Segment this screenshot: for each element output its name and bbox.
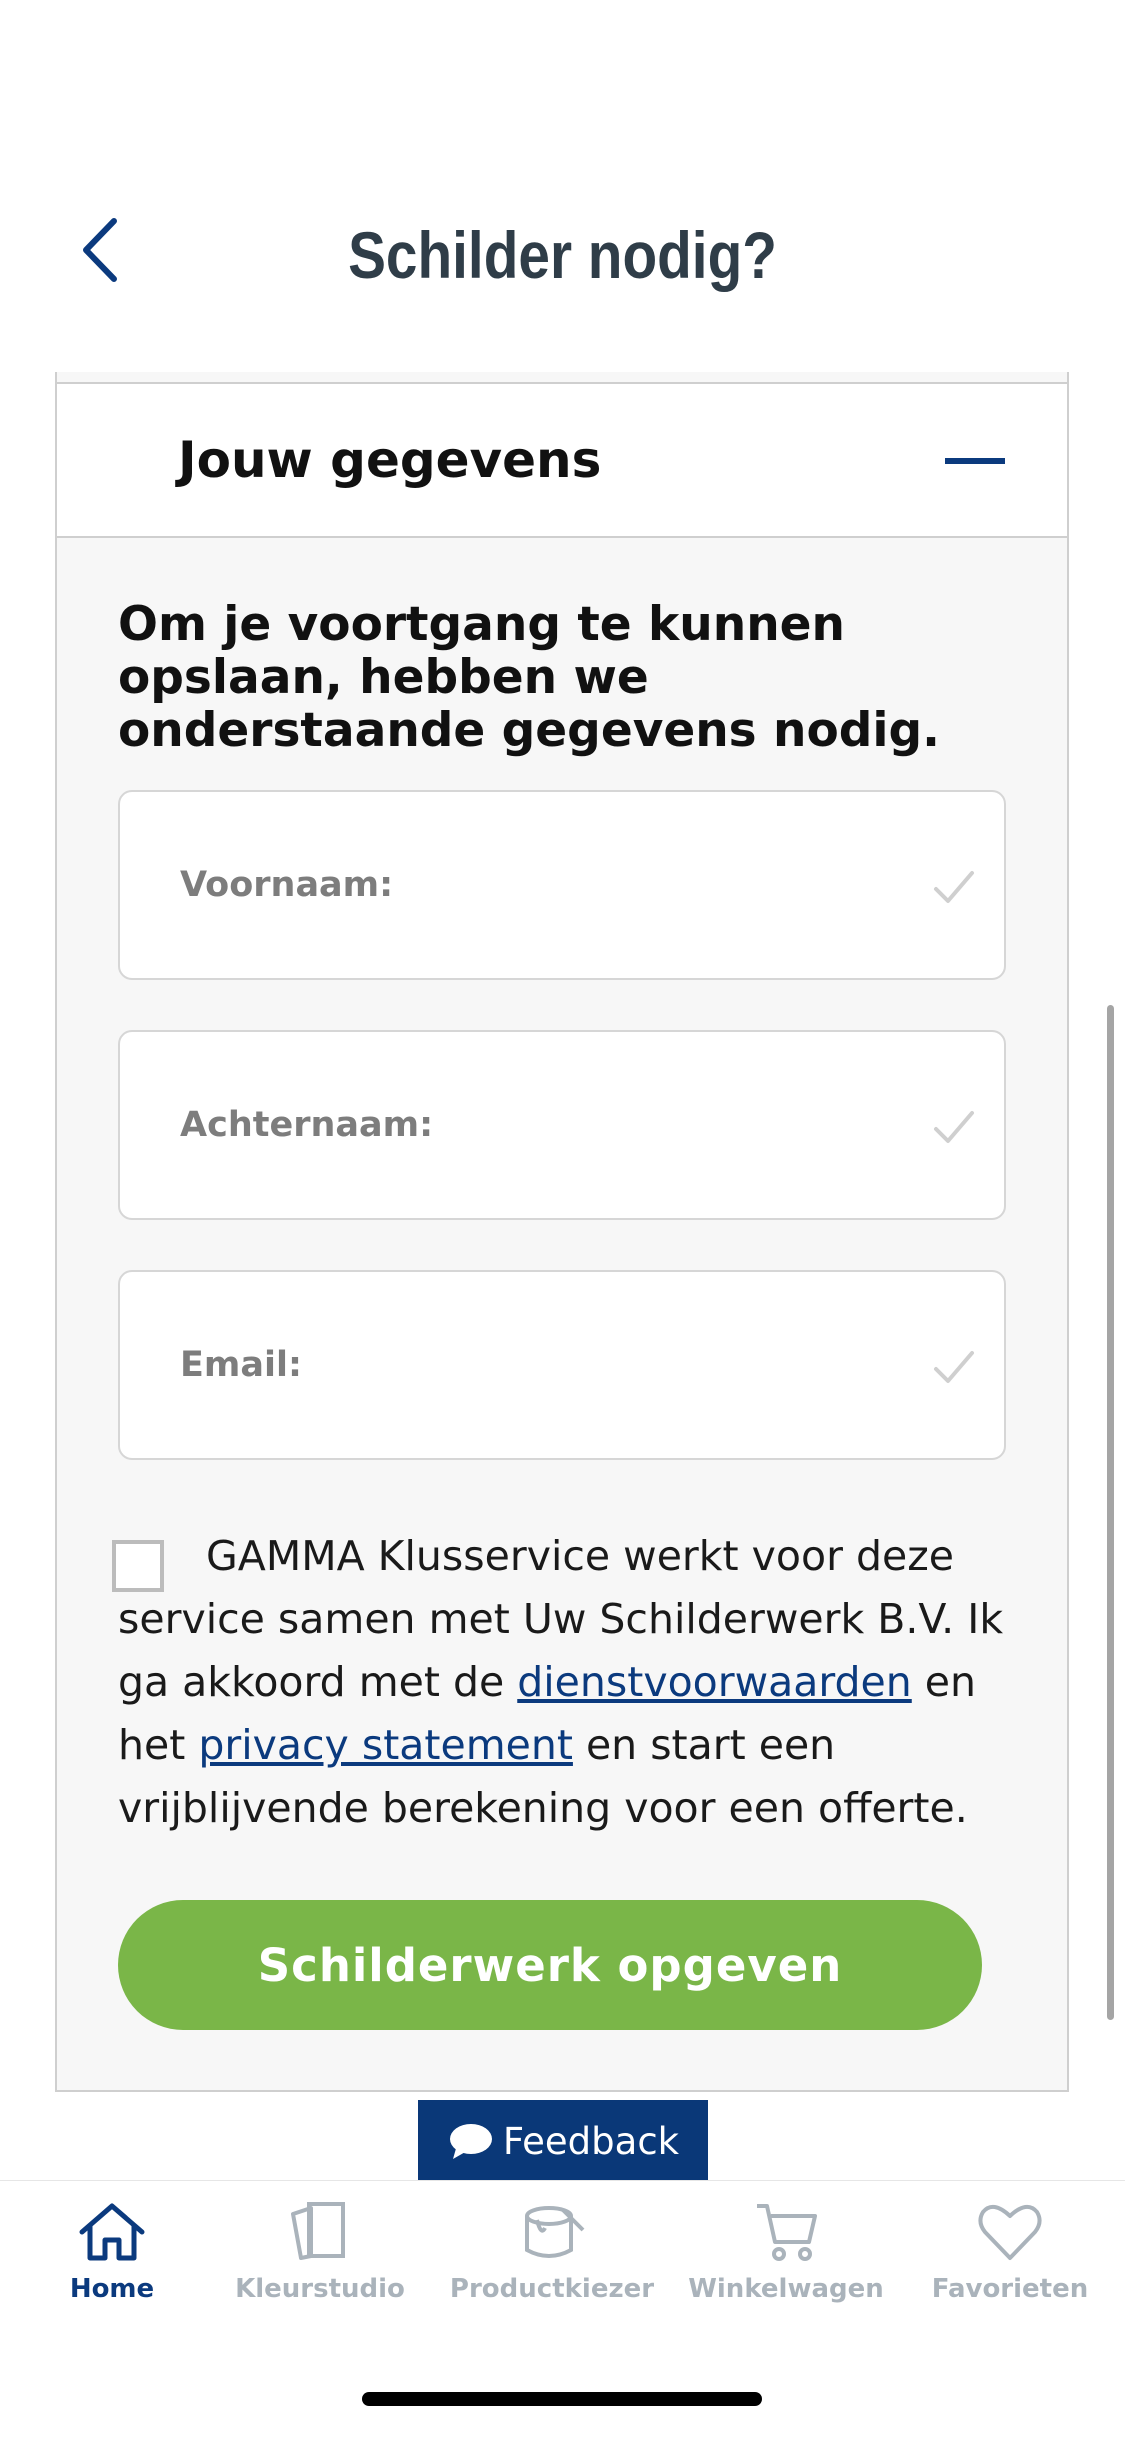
- email-label: Email:: [180, 1345, 302, 1385]
- nav-item-home[interactable]: Home: [2, 2200, 222, 2320]
- feedback-button[interactable]: Feedback: [418, 2100, 708, 2182]
- nav-item-kleurstudio[interactable]: Kleurstudio: [210, 2200, 430, 2320]
- feedback-label: Feedback: [502, 2119, 680, 2163]
- email-field[interactable]: Email:: [118, 1270, 1006, 1460]
- check-icon: [934, 871, 974, 903]
- speech-bubble-icon: [449, 2124, 492, 2159]
- color-swatch-icon: [291, 2202, 345, 2260]
- last-name-label: Achternaam:: [180, 1105, 434, 1145]
- check-icon: [934, 1351, 974, 1383]
- nav-label-home: Home: [69, 2274, 155, 2304]
- submit-button[interactable]: Schilderwerk opgeven: [118, 1900, 982, 2030]
- home-icon: [79, 2203, 145, 2261]
- nav-item-favorieten[interactable]: Favorieten: [900, 2200, 1120, 2320]
- nav-label-productkiezer: Productkiezer: [449, 2274, 655, 2304]
- paint-bucket-icon: [525, 2206, 585, 2258]
- consent-checkbox[interactable]: [112, 1540, 164, 1592]
- page-title: Schilder nodig?: [348, 218, 777, 292]
- minus-icon: [945, 458, 1005, 464]
- nav-item-productkiezer[interactable]: Productkiezer: [442, 2200, 662, 2320]
- collapse-button[interactable]: [945, 440, 1015, 480]
- last-name-field[interactable]: Achternaam:: [118, 1030, 1006, 1220]
- form-intro: Om je voortgang te kunnen opslaan, hebbe…: [118, 597, 941, 758]
- first-name-field[interactable]: Voornaam:: [118, 790, 1006, 980]
- first-name-label: Voornaam:: [180, 865, 394, 905]
- consent-text: GAMMA Klusservice werkt voor deze servic…: [118, 1525, 1018, 1840]
- nav-label-kleurstudio: Kleurstudio: [235, 2274, 405, 2304]
- heart-icon: [978, 2204, 1042, 2260]
- privacy-link[interactable]: privacy statement: [198, 1721, 573, 1769]
- scrollbar[interactable]: [1107, 1005, 1114, 2020]
- home-indicator: [362, 2392, 762, 2406]
- check-icon: [934, 1111, 974, 1143]
- nav-label-winkelwagen: Winkelwagen: [688, 2274, 884, 2304]
- cart-icon: [757, 2204, 817, 2261]
- section-title: Jouw gegevens: [178, 431, 602, 489]
- terms-link[interactable]: dienstvoorwaarden: [517, 1658, 912, 1706]
- nav-label-favorieten: Favorieten: [931, 2274, 1089, 2304]
- nav-item-winkelwagen[interactable]: Winkelwagen: [676, 2200, 896, 2320]
